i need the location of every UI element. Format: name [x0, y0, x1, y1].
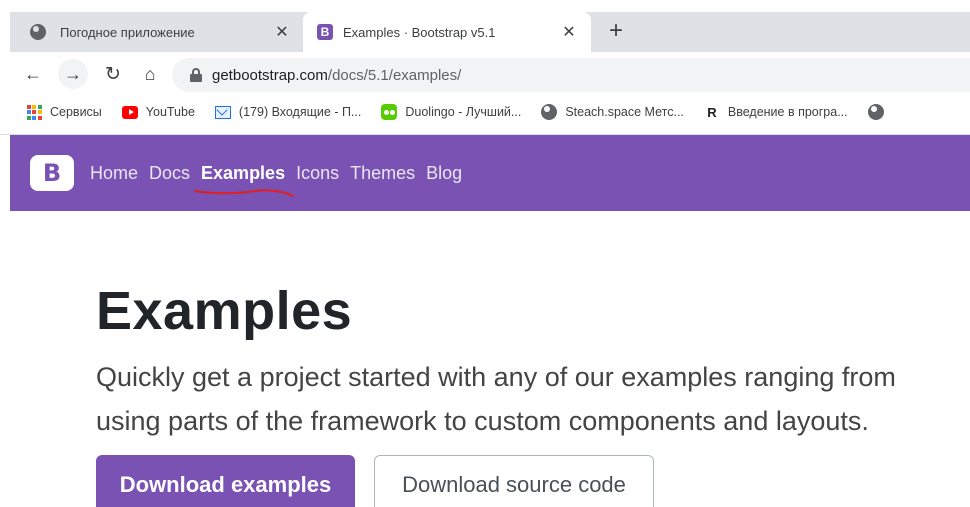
bookmark-intro-programming[interactable]: R Введение в програ... [704, 104, 848, 120]
bookmark-label: Сервисы [50, 105, 102, 119]
reload-button[interactable]: ↻ [98, 59, 128, 89]
lock-icon[interactable] [190, 68, 202, 82]
apps-grid-icon [26, 104, 42, 120]
duolingo-icon [381, 104, 398, 120]
bookmark-label: (179) Входящие - П... [238, 105, 362, 119]
tab-bootstrap-examples[interactable]: B Examples · Bootstrap v5.1 ✕ [303, 12, 591, 52]
tab-title: Погодное приложение [60, 24, 195, 40]
url-path: /docs/5.1/examples/ [327, 66, 462, 84]
nav-examples[interactable]: Examples [194, 162, 295, 197]
bookmark-overflow[interactable] [867, 104, 892, 120]
tab-strip: Погодное приложение ✕ B Examples · Boots… [0, 0, 970, 52]
nav-examples-label: Examples [201, 162, 286, 183]
close-icon[interactable]: ✕ [559, 22, 579, 42]
nav-blog[interactable]: Blog [426, 163, 462, 184]
forward-button[interactable]: → [58, 59, 88, 89]
bookmark-services[interactable]: Сервисы [26, 104, 102, 120]
new-tab-button[interactable]: + [602, 18, 630, 46]
download-examples-button[interactable]: Download examples [96, 455, 355, 507]
r-logo-icon: R [707, 104, 717, 120]
lead-text: Quickly get a project started with any o… [96, 362, 896, 436]
back-button[interactable]: ← [18, 59, 48, 89]
mail-icon [214, 104, 231, 120]
bookmarks-bar: Сервисы YouTube (179) Входящие - П... Du… [0, 97, 970, 127]
page-title: Examples [96, 281, 353, 341]
nav-icons[interactable]: Icons [296, 163, 339, 184]
nav-home[interactable]: Home [90, 163, 138, 184]
nav-themes[interactable]: Themes [350, 163, 415, 184]
bookmark-label: Введение в програ... [727, 105, 848, 119]
globe-icon [30, 24, 46, 40]
bookmark-label: YouTube [145, 105, 195, 119]
bookmark-steach[interactable]: Steach.space Метс... [541, 104, 684, 120]
bookmark-label: Duolingo - Лучший... [405, 105, 522, 119]
bookmark-label: Steach.space Метс... [565, 105, 684, 119]
bookmark-inbox[interactable]: (179) Входящие - П... [214, 104, 362, 120]
close-icon[interactable]: ✕ [272, 22, 292, 42]
browser-toolbar: ← → ↻ ⌂ getbootstrap.com/docs/5.1/exampl… [0, 52, 970, 97]
home-button[interactable]: ⌂ [135, 59, 165, 89]
globe-icon [867, 104, 884, 120]
download-source-code-button[interactable]: Download source code [374, 455, 654, 507]
bookmark-duolingo[interactable]: Duolingo - Лучший... [381, 104, 521, 120]
tab-title: Examples · Bootstrap v5.1 [343, 24, 496, 40]
red-underline-annotation [194, 188, 295, 197]
tab-weather-app[interactable]: Погодное приложение ✕ [10, 12, 304, 52]
globe-icon [541, 104, 558, 120]
bookmark-youtube[interactable]: YouTube [121, 104, 195, 120]
bootstrap-logo[interactable]: B [30, 155, 74, 191]
url-host: getbootstrap.com [212, 66, 328, 84]
url-text[interactable]: getbootstrap.com/docs/5.1/examples/ [212, 67, 461, 84]
address-bar[interactable]: getbootstrap.com/docs/5.1/examples/ [172, 58, 970, 92]
bootstrap-favicon-icon: B [317, 24, 333, 40]
nav-docs[interactable]: Docs [149, 163, 190, 184]
youtube-icon [121, 104, 138, 120]
site-navbar: B Home Docs Examples Icons Themes Blog [10, 135, 970, 211]
